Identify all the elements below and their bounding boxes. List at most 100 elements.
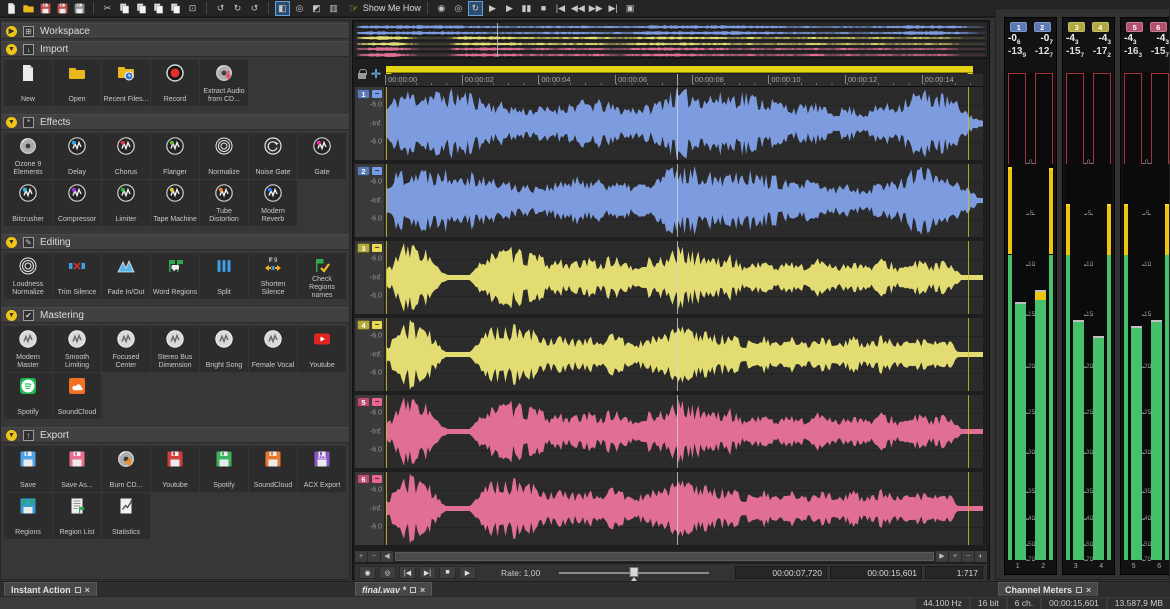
tile-save[interactable]: Save (4, 446, 52, 492)
close-icon[interactable]: × (420, 585, 425, 595)
section-header-export[interactable]: ▼↑Export (1, 427, 349, 443)
tile-stereo-bus-dimension[interactable]: Stereo Bus Dimension (151, 326, 199, 372)
channel-number-badge[interactable]: 5 (357, 397, 370, 407)
time-ruler[interactable]: 00:00:0000:00:0200:00:0400:00:0600:00:08… (385, 74, 983, 87)
collapse-channel-button[interactable]: − (372, 321, 382, 329)
rate-slider-thumb[interactable] (630, 567, 639, 577)
section-header-workspace[interactable]: ▶⊞Workspace (1, 23, 349, 39)
go-to-start-button[interactable]: |◀ (553, 1, 568, 16)
horizontal-scrollbar[interactable]: +−◀▶+−◐ (355, 551, 987, 562)
save-button[interactable] (38, 1, 53, 16)
section-header-import[interactable]: ▼↓Import (1, 41, 349, 57)
cut-button[interactable]: ✂ (100, 1, 115, 16)
tile-burn-cd[interactable]: Burn CD... (102, 446, 150, 492)
rate-slider[interactable] (559, 566, 709, 579)
scroll-button[interactable]: − (368, 551, 380, 562)
scrollbar-thumb[interactable] (395, 552, 934, 561)
section-header-effects[interactable]: ▼*Effects (1, 114, 349, 130)
float-window-icon[interactable] (410, 587, 416, 593)
pause-button[interactable]: ▮▮ (519, 1, 534, 16)
tile-open[interactable]: Open (53, 60, 101, 106)
lock-icon[interactable] (358, 73, 366, 79)
close-icon[interactable]: × (1086, 585, 1091, 595)
paste-special-button[interactable] (151, 1, 166, 16)
tile-soundcloud[interactable]: SoundCloud (249, 446, 297, 492)
record-button[interactable]: ◉ (434, 1, 449, 16)
tile-new[interactable]: New (4, 60, 52, 106)
tab-final-wav[interactable]: final.wav * × (355, 582, 432, 597)
tile-delay[interactable]: Delay (53, 133, 101, 179)
tile-noise-gate[interactable]: Noise Gate (249, 133, 297, 179)
tile-focused-center[interactable]: Focused Center (102, 326, 150, 372)
trim-crop-button[interactable]: ⊡ (185, 1, 200, 16)
go-to-start-button[interactable]: |◀ (399, 566, 416, 579)
overview-cursor[interactable] (497, 23, 498, 57)
tile-check-regions-names[interactable]: Check Regions names (298, 253, 346, 299)
tile-female-vocal[interactable]: Female Vocal (249, 326, 297, 372)
stop-button[interactable]: ■ (439, 566, 456, 579)
new-file-button[interactable] (4, 1, 19, 16)
forward-button[interactable]: ▶▶ (588, 1, 604, 16)
record-button[interactable]: ◉ (359, 566, 376, 579)
float-window-icon[interactable] (75, 587, 81, 593)
scroll-button[interactable]: ◀ (381, 551, 393, 562)
waveform-area-5[interactable] (386, 395, 983, 468)
file-overview-strip[interactable] (355, 23, 987, 59)
channel-number-badge[interactable]: 3 (357, 243, 370, 253)
tab-instant-action[interactable]: Instant Action × (4, 582, 97, 597)
tile-chorus[interactable]: Chorus (102, 133, 150, 179)
collapse-channel-button[interactable]: − (372, 244, 382, 252)
record-remote-button[interactable]: ▣ (623, 1, 638, 16)
play-button[interactable]: ▶ (502, 1, 517, 16)
tile-regions[interactable]: Regions (4, 493, 52, 539)
waveform-area-4[interactable] (386, 318, 983, 391)
tile-bright-song[interactable]: Bright Song (200, 326, 248, 372)
section-header-mastering[interactable]: ▼✔Mastering (1, 307, 349, 323)
collapse-channel-button[interactable]: − (372, 475, 382, 483)
scroll-button[interactable]: ◐ (975, 551, 987, 562)
scroll-button[interactable]: + (949, 551, 961, 562)
spectrum-button[interactable]: ▥ (326, 1, 341, 16)
scroll-button[interactable]: ▶ (936, 551, 948, 562)
tile-statistics[interactable]: Statistics (102, 493, 150, 539)
tile-limiter[interactable]: Limiter (102, 180, 150, 226)
tile-spotify[interactable]: Spotify (200, 446, 248, 492)
tile-spotify[interactable]: Spotify (4, 373, 52, 419)
paste-button[interactable] (134, 1, 149, 16)
tile-modern-reverb[interactable]: Modern Reverb (249, 180, 297, 226)
open-button[interactable] (21, 1, 36, 16)
go-to-end-button[interactable]: ▶| (419, 566, 436, 579)
selection-bar[interactable] (386, 66, 973, 73)
volume-button[interactable]: ◩ (309, 1, 324, 16)
scroll-button[interactable]: + (355, 551, 367, 562)
loop-playback-button[interactable]: ◎ (451, 1, 466, 16)
stop-button[interactable]: ■ (536, 1, 551, 16)
waveform-area-6[interactable] (386, 472, 983, 545)
chevron-down-icon[interactable]: ▼ (6, 117, 17, 128)
float-window-icon[interactable] (1076, 587, 1082, 593)
tile-tube-distortion[interactable]: Tube Distortion (200, 180, 248, 226)
tile-region-list[interactable]: Region List (53, 493, 101, 539)
tile-modern-master[interactable]: Modern Master (4, 326, 52, 372)
chevron-down-icon[interactable]: ▼ (6, 44, 17, 55)
tile-tape-machine[interactable]: Tape Machine (151, 180, 199, 226)
waveform-area-3[interactable] (386, 241, 983, 314)
waveform-area-2[interactable] (386, 164, 983, 237)
tile-trim-silence[interactable]: Trim Silence (53, 253, 101, 299)
close-icon[interactable]: × (85, 585, 90, 595)
undo-button[interactable]: ↺ (213, 1, 228, 16)
tile-extract-audio-from-cd[interactable]: Extract Audio from CD... (200, 60, 248, 106)
tile-soundcloud[interactable]: SoundCloud (53, 373, 101, 419)
tile-split[interactable]: Split (200, 253, 248, 299)
collapse-channel-button[interactable]: − (372, 398, 382, 406)
go-to-end-button[interactable]: ▶| (606, 1, 621, 16)
tile-shorten-silence[interactable]: F9Shorten Silence (249, 253, 297, 299)
zoom-edit-button[interactable]: ◎ (292, 1, 307, 16)
show-me-how-button[interactable]: Show Me How (363, 3, 421, 13)
chevron-down-icon[interactable]: ▼ (6, 310, 17, 321)
chevron-down-icon[interactable]: ▼ (6, 430, 17, 441)
section-header-editing[interactable]: ▼✎Editing (1, 234, 349, 250)
scroll-button[interactable]: − (962, 551, 974, 562)
tile-loudness-normalize[interactable]: Loudness Normalize (4, 253, 52, 299)
channel-number-badge[interactable]: 6 (357, 474, 370, 484)
